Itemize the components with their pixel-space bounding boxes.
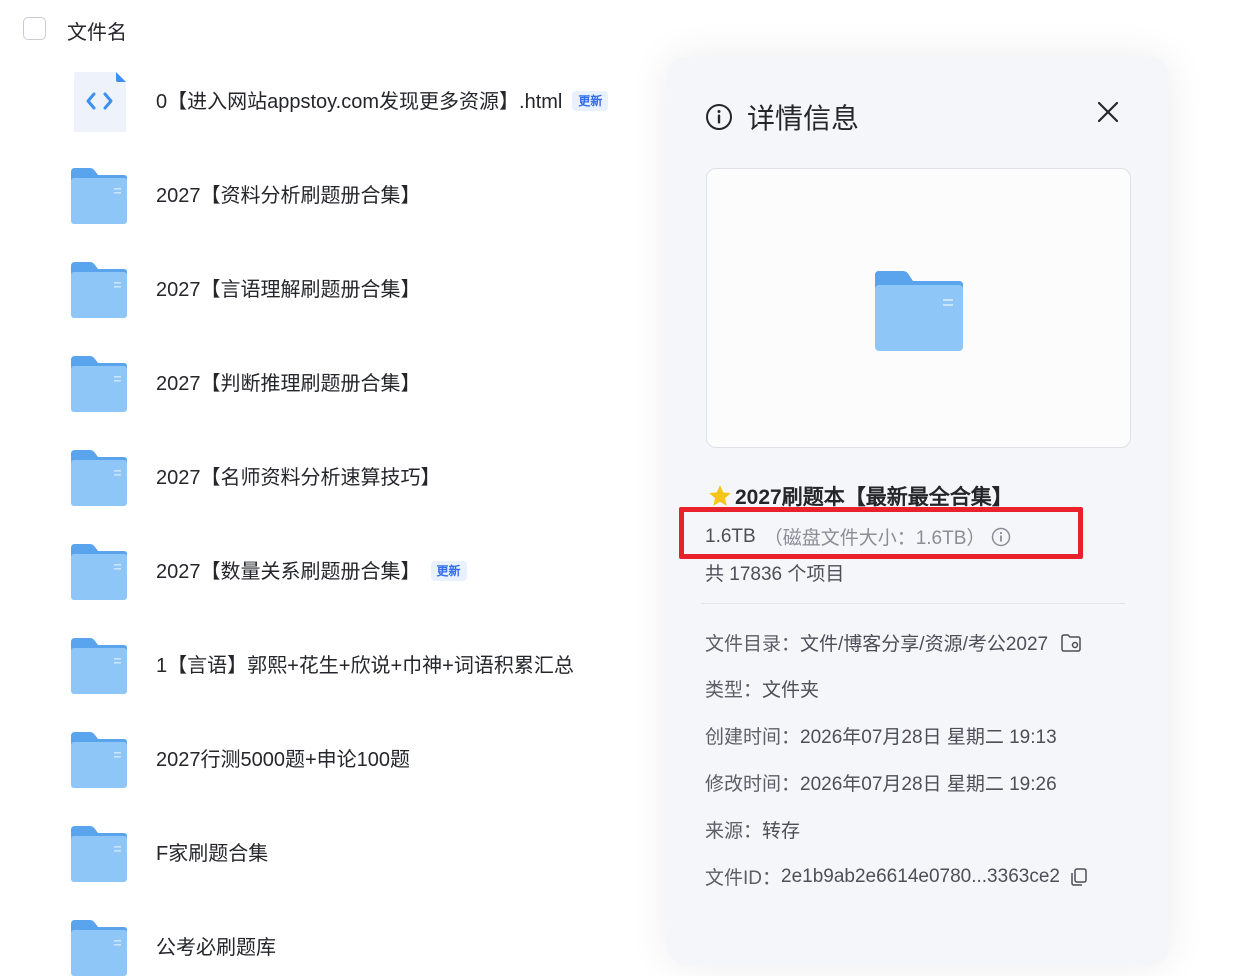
file-name[interactable]: 2027【名师资料分析速算技巧】 [156, 466, 441, 490]
file-name-text[interactable]: 公考必刷题库 [156, 937, 276, 959]
file-row[interactable]: 1【言语】郭熙+花生+欣说+巾神+词语积累汇总 [0, 634, 660, 728]
directory-label: 文件目录： [705, 634, 801, 655]
close-icon [1097, 101, 1119, 123]
copy-icon[interactable] [1068, 866, 1090, 888]
file-name-text[interactable]: 2027【名师资料分析速算技巧】 [156, 467, 441, 489]
folder-icon [70, 352, 128, 416]
folder-icon [70, 916, 128, 976]
folder-icon [70, 258, 128, 322]
details-panel-header: 详情信息 [705, 97, 859, 137]
file-name[interactable]: 0【进入网站appstoy.com发现更多资源】.html 更新 [156, 90, 609, 114]
file-row[interactable]: 0【进入网站appstoy.com发现更多资源】.html 更新 [0, 70, 660, 164]
file-name-text[interactable]: 2027行测5000题+申论100题 [156, 749, 410, 771]
file-row[interactable]: 2027【判断推理刷题册合集】 [0, 352, 660, 446]
folder-icon [70, 822, 128, 886]
created-label: 创建时间： [705, 727, 801, 748]
source-value: 转存 [762, 821, 801, 842]
file-name[interactable]: 公考必刷题库 [156, 936, 276, 960]
file-name[interactable]: 1【言语】郭熙+花生+欣说+巾神+词语积累汇总 [156, 654, 574, 678]
info-row-source: 来源： 转存 [705, 816, 800, 843]
folder-icon [70, 446, 128, 510]
directory-value[interactable]: 文件/博客分享/资源/考公2027 [800, 629, 1048, 656]
folder-location-icon[interactable] [1060, 632, 1082, 654]
file-name[interactable]: 2027【判断推理刷题册合集】 [156, 372, 421, 396]
file-name[interactable]: 2027【言语理解刷题册合集】 [156, 278, 421, 302]
preview-box [706, 168, 1131, 448]
folder-icon [70, 634, 128, 698]
file-row[interactable]: 公考必刷题库 [0, 916, 660, 976]
info-row-file-id: 文件ID： 2e1b9ab2e6614e0780...3363ce2 [705, 863, 1090, 890]
file-name[interactable]: 2027行测5000题+申论100题 [156, 748, 410, 772]
type-label: 类型： [705, 680, 763, 701]
source-label: 来源： [705, 821, 763, 842]
file-name[interactable]: 2027【资料分析刷题册合集】 [156, 184, 421, 208]
select-all-checkbox[interactable] [23, 17, 46, 40]
item-count: 共 17836 个项目 [705, 564, 845, 585]
file-row[interactable]: 2027【言语理解刷题册合集】 [0, 258, 660, 352]
file-row[interactable]: 2027【名师资料分析速算技巧】 [0, 446, 660, 540]
modified-label: 修改时间： [705, 774, 801, 795]
type-value: 文件夹 [762, 680, 820, 701]
folder-icon [70, 728, 128, 792]
file-name-text[interactable]: 2027【判断推理刷题册合集】 [156, 373, 421, 395]
close-button[interactable] [1093, 97, 1123, 127]
info-row-directory: 文件目录： 文件/博客分享/资源/考公2027 [705, 629, 1082, 656]
file-id-label: 文件ID： [705, 868, 782, 889]
created-value: 2026年07月28日 星期二 19:13 [800, 727, 1057, 748]
file-name-text[interactable]: 2027【资料分析刷题册合集】 [156, 185, 421, 207]
file-id-value: 2e1b9ab2e6614e0780...3363ce2 [781, 865, 1060, 887]
info-row-type: 类型： 文件夹 [705, 675, 819, 702]
file-name-text[interactable]: F家刷题合集 [156, 843, 268, 865]
folder-icon [875, 271, 963, 351]
file-name-text[interactable]: 2027【数量关系刷题册合集】 [156, 561, 421, 583]
details-panel: 详情信息 2027刷题本【最新最全合集】 1.6TB （磁盘文件大小：1.6TB… [667, 57, 1169, 965]
column-header-filename[interactable]: 文件名 [67, 16, 127, 45]
file-row[interactable]: 2027【数量关系刷题册合集】 更新 [0, 540, 660, 634]
folder-icon [70, 164, 128, 228]
file-name-text[interactable]: 0【进入网站appstoy.com发现更多资源】.html [156, 91, 562, 113]
info-circle-icon [706, 104, 732, 130]
update-badge: 更新 [572, 91, 609, 111]
file-row[interactable]: 2027行测5000题+申论100题 [0, 728, 660, 822]
update-badge: 更新 [430, 561, 467, 581]
file-name[interactable]: 2027【数量关系刷题册合集】 更新 [156, 560, 467, 584]
info-row-modified: 修改时间： 2026年07月28日 星期二 19:26 [705, 769, 1057, 796]
folder-icon [70, 540, 128, 604]
panel-title: 详情信息 [747, 103, 860, 134]
modified-value: 2026年07月28日 星期二 19:26 [800, 774, 1057, 795]
info-row-created: 创建时间： 2026年07月28日 星期二 19:13 [705, 722, 1057, 749]
file-row[interactable]: 2027【资料分析刷题册合集】 [0, 164, 660, 258]
divider [701, 603, 1125, 604]
star-icon [709, 485, 731, 506]
file-row[interactable]: F家刷题合集 [0, 822, 660, 916]
highlight-box [679, 507, 1083, 559]
file-name-text[interactable]: 1【言语】郭熙+花生+欣说+巾神+词语积累汇总 [156, 655, 574, 677]
file-name-text[interactable]: 2027【言语理解刷题册合集】 [156, 279, 421, 301]
file-name[interactable]: F家刷题合集 [156, 842, 268, 866]
html-file-icon [70, 70, 128, 134]
